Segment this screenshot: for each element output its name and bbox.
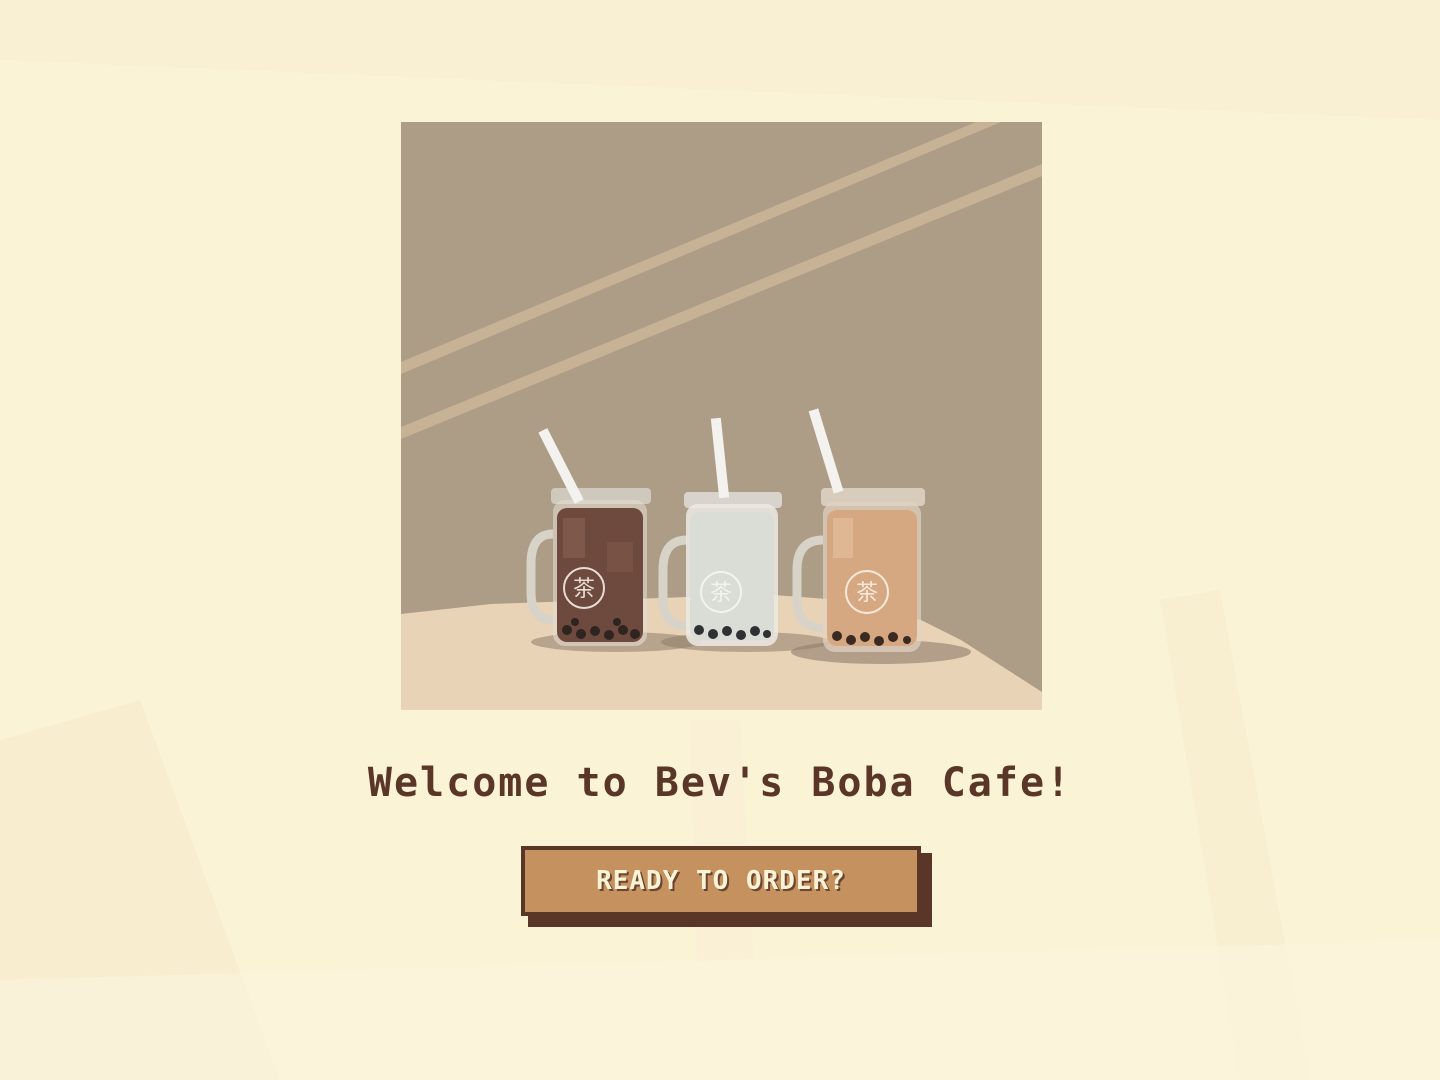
svg-text:茶: 茶 [573, 577, 595, 602]
welcome-title: Welcome to Bev's Boba Cafe! [367, 760, 1073, 806]
svg-text:茶: 茶 [856, 581, 878, 606]
ready-to-order-label: READY TO ORDER? [596, 866, 846, 896]
ready-to-order-button[interactable]: READY TO ORDER? [521, 846, 921, 916]
boba-illustration: 茶 茶 茶 [401, 122, 1042, 710]
svg-text:茶: 茶 [710, 581, 732, 606]
